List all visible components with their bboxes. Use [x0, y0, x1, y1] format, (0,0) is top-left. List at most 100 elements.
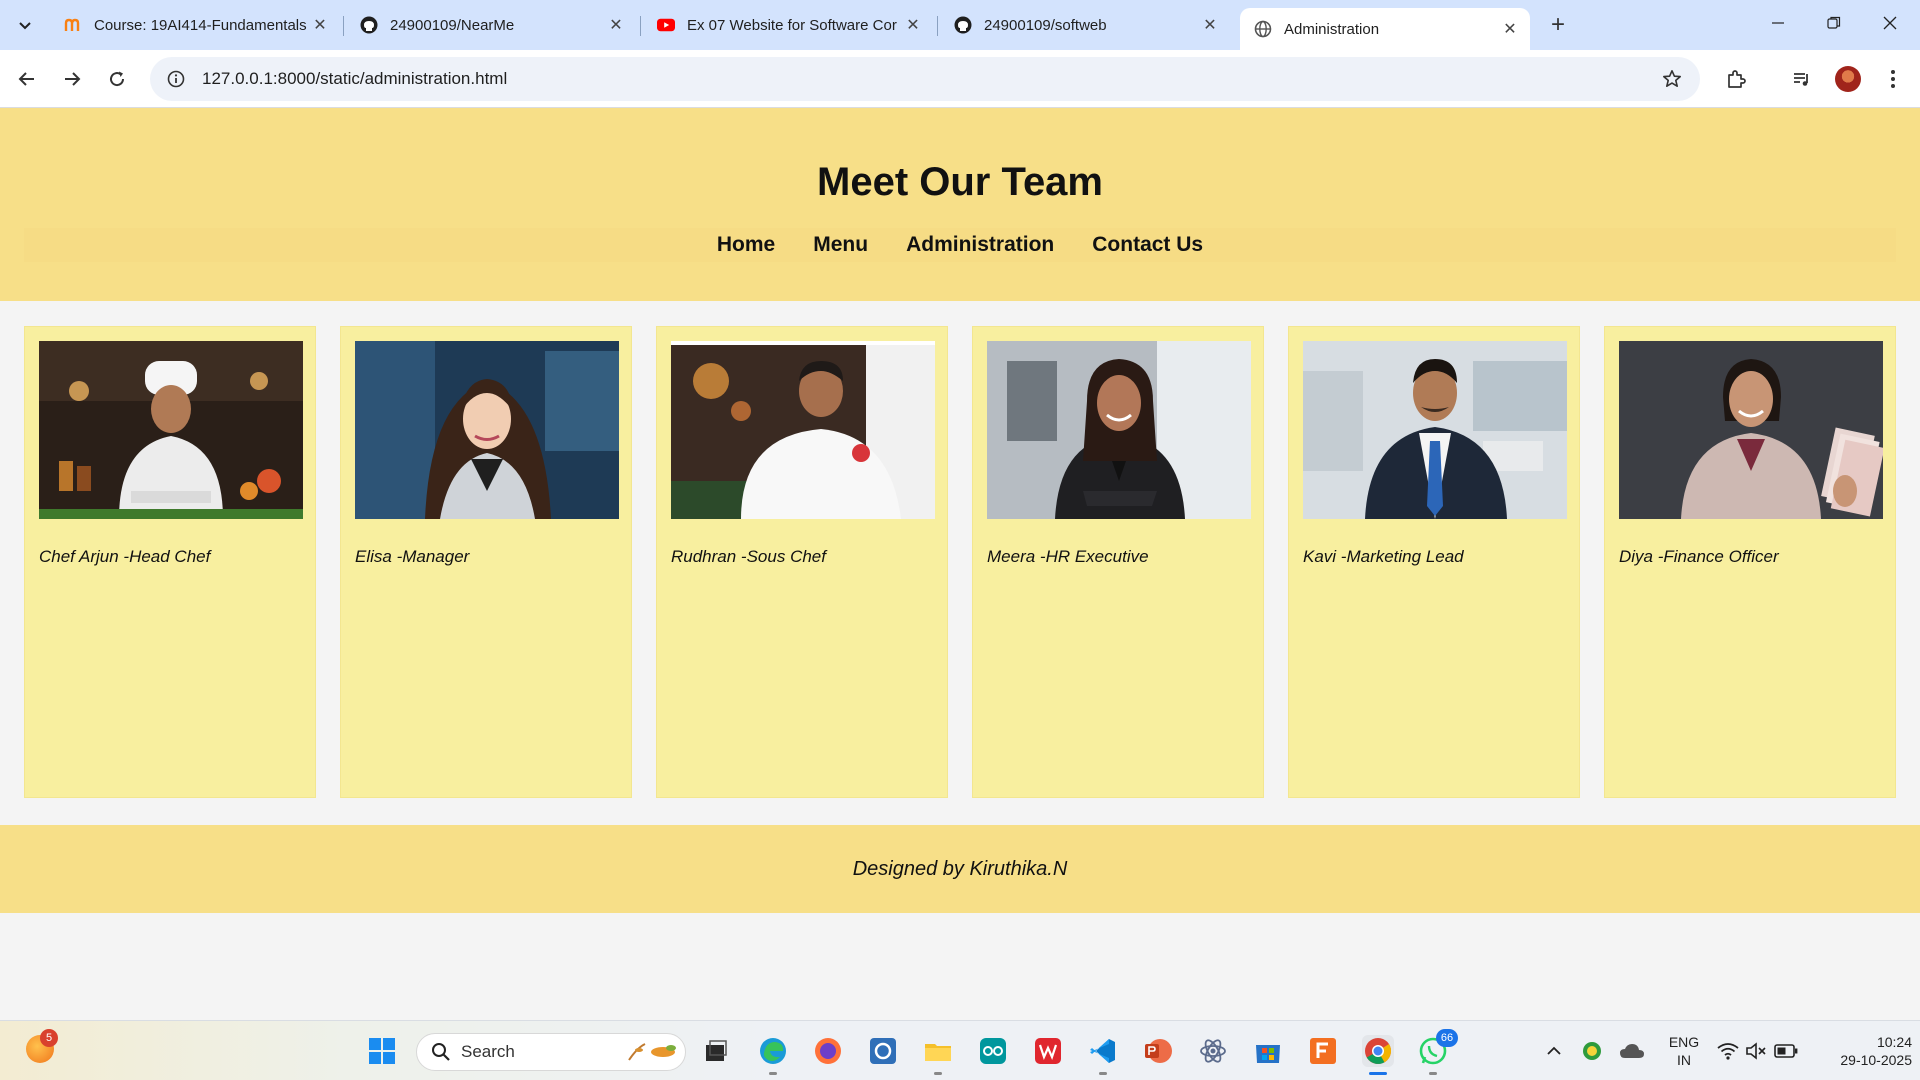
team-card: Diya -Finance Officer: [1604, 326, 1896, 798]
onedrive-icon[interactable]: [1616, 1035, 1648, 1067]
nav-link-home[interactable]: Home: [717, 233, 775, 257]
site-info-icon[interactable]: [154, 57, 198, 101]
browser-tab[interactable]: Ex 07 Website for Software Cor ✕: [643, 8, 933, 42]
url-text[interactable]: 127.0.0.1:8000/static/administration.htm…: [202, 69, 507, 89]
team-card: Elisa -Manager: [340, 326, 632, 798]
finance-officer-photo: [1619, 341, 1883, 519]
marketing-lead-photo: [1303, 341, 1567, 519]
youtube-icon: [657, 16, 675, 34]
powerpoint-icon[interactable]: [1142, 1035, 1174, 1067]
chevron-up-icon[interactable]: [1538, 1035, 1570, 1067]
chevron-down-icon: [19, 22, 31, 30]
tab-title: Ex 07 Website for Software Cor: [687, 16, 897, 34]
close-icon[interactable]: ✕: [1200, 15, 1220, 35]
task-view-icon[interactable]: [700, 1035, 732, 1067]
arduino-icon[interactable]: [977, 1035, 1009, 1067]
back-button[interactable]: [10, 62, 44, 96]
chrome-icon[interactable]: [1362, 1035, 1394, 1067]
head-chef-photo: [39, 341, 303, 519]
taskbar-search[interactable]: Search: [416, 1033, 686, 1071]
running-indicator: [769, 1072, 777, 1075]
wps-office-icon[interactable]: [1032, 1035, 1064, 1067]
github-icon: [360, 16, 378, 34]
input-language[interactable]: ENG IN: [1660, 1033, 1708, 1069]
tray-app-icon[interactable]: [1576, 1035, 1608, 1067]
team-card: Kavi -Marketing Lead: [1288, 326, 1580, 798]
clock[interactable]: 10:24 29-10-2025: [1808, 1033, 1912, 1069]
media-controls-icon[interactable]: [1787, 64, 1817, 94]
forward-button[interactable]: [55, 62, 89, 96]
notification-badge: 66: [1436, 1029, 1458, 1047]
tab-divider: [343, 16, 344, 36]
globe-icon: [1254, 20, 1272, 38]
github-icon: [954, 16, 972, 34]
vscode-icon[interactable]: [1087, 1035, 1119, 1067]
team-member-caption: Meera -HR Executive: [987, 547, 1149, 566]
extensions-icon[interactable]: [1721, 64, 1751, 94]
site-header: Meet Our Team Home Menu Administration C…: [0, 108, 1920, 301]
moodle-icon: [64, 16, 82, 34]
nav-link-contact[interactable]: Contact Us: [1092, 233, 1203, 257]
nav-link-administration[interactable]: Administration: [906, 233, 1054, 257]
minimize-icon: [1772, 22, 1784, 24]
browser-tab-strip: Course: 19AI414-Fundamentals ✕ 24900109/…: [0, 0, 1920, 50]
new-tab-button[interactable]: +: [1543, 10, 1573, 40]
tab-divider: [640, 16, 641, 36]
file-explorer-icon[interactable]: [922, 1035, 954, 1067]
browser-tab[interactable]: 24900109/NearMe ✕: [346, 8, 636, 42]
clock-time: 10:24: [1876, 1034, 1912, 1050]
team-card: Meera -HR Executive: [972, 326, 1264, 798]
start-button[interactable]: [366, 1035, 398, 1067]
arrow-right-icon: [65, 72, 81, 86]
address-bar[interactable]: 127.0.0.1:8000/static/administration.htm…: [150, 57, 1700, 101]
reload-button[interactable]: [100, 62, 134, 96]
team-cards: Chef Arjun -Head Chef Elisa -Manager Rud…: [24, 326, 1896, 798]
team-member-caption: Diya -Finance Officer: [1619, 547, 1779, 566]
volume-muted-icon[interactable]: [1740, 1035, 1772, 1067]
more-vertical-icon: [1891, 70, 1895, 88]
notification-badge: 5: [40, 1029, 58, 1047]
browser-tab[interactable]: Course: 19AI414-Fundamentals ✕: [50, 8, 340, 42]
avatar: [1835, 66, 1861, 92]
snipping-tool-icon[interactable]: [867, 1035, 899, 1067]
tab-title: Course: 19AI414-Fundamentals: [94, 16, 307, 34]
arrow-left-icon: [18, 72, 34, 86]
restore-button[interactable]: [1806, 0, 1862, 46]
atom-app-icon[interactable]: [1197, 1035, 1229, 1067]
tab-divider: [937, 16, 938, 36]
site-nav: Home Menu Administration Contact Us: [24, 228, 1896, 262]
minimize-button[interactable]: [1750, 0, 1806, 46]
close-icon[interactable]: ✕: [1500, 19, 1520, 39]
team-member-caption: Chef Arjun -Head Chef: [39, 547, 211, 566]
team-card: Rudhran -Sous Chef: [656, 326, 948, 798]
team-member-caption: Rudhran -Sous Chef: [671, 547, 826, 566]
profile-avatar[interactable]: [1833, 64, 1863, 94]
running-indicator: [1429, 1072, 1437, 1075]
page-viewport: Meet Our Team Home Menu Administration C…: [0, 108, 1920, 1020]
sous-chef-photo: [671, 341, 935, 519]
bookmark-star-icon[interactable]: [1660, 67, 1684, 91]
close-icon[interactable]: ✕: [310, 15, 330, 35]
search-highlight-icon: [628, 1043, 676, 1061]
hr-executive-photo: [987, 341, 1251, 519]
tab-title: Administration: [1284, 20, 1380, 38]
battery-icon[interactable]: [1770, 1035, 1802, 1067]
edge-icon[interactable]: [757, 1035, 789, 1067]
browser-tab-active[interactable]: Administration ✕: [1240, 8, 1530, 50]
region-label: IN: [1677, 1052, 1691, 1068]
team-card: Chef Arjun -Head Chef: [24, 326, 316, 798]
tab-search-button[interactable]: [8, 8, 42, 42]
chrome-menu-button[interactable]: [1878, 64, 1908, 94]
nav-link-menu[interactable]: Menu: [813, 233, 868, 257]
close-icon[interactable]: ✕: [903, 15, 923, 35]
close-icon[interactable]: ✕: [606, 15, 626, 35]
running-indicator: [934, 1072, 942, 1075]
close-window-button[interactable]: [1862, 0, 1918, 46]
fusion-app-icon[interactable]: [1307, 1035, 1339, 1067]
browser-tab[interactable]: 24900109/softweb ✕: [940, 8, 1230, 42]
microsoft-store-icon[interactable]: [1252, 1035, 1284, 1067]
tab-title: 24900109/softweb: [984, 16, 1107, 34]
browser-toolbar: 127.0.0.1:8000/static/administration.htm…: [0, 50, 1920, 140]
firefox-icon[interactable]: [812, 1035, 844, 1067]
clock-date: 29-10-2025: [1840, 1052, 1912, 1068]
